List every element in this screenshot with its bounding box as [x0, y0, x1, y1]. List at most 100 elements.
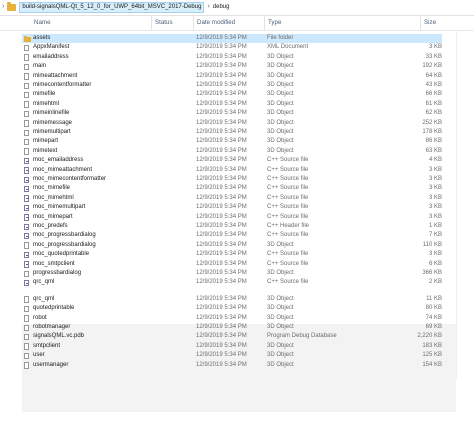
file-row[interactable]: moc_emailaddress 12/9/2019 5:34 PM C++ Sou…	[22, 156, 442, 165]
file-row[interactable]: moc_progressbardialog 12/9/2019 5:34 PM 3D…	[22, 241, 442, 250]
file-type: 3D Object	[267, 295, 294, 302]
file-row[interactable]: moc_mimehtml 12/9/2019 5:34 PM C++ Source …	[22, 194, 442, 203]
file-row[interactable]: mimemultipart 12/9/2019 5:34 PM 3D Object 1…	[22, 128, 442, 137]
file-size: 11 KB	[426, 295, 442, 302]
file-date: 12/9/2019 5:34 PM	[196, 305, 247, 312]
file-size: 3 KB	[428, 194, 442, 201]
file-row[interactable]: qrc_qml 12/9/2019 5:34 PM 3D Object 11 KB	[22, 295, 442, 304]
file-name: AppxManifest	[33, 44, 70, 51]
chevron-right-icon[interactable]: ›	[207, 2, 209, 12]
file-date: 12/9/2019 5:34 PM	[196, 295, 247, 302]
file-date: 12/9/2019 5:34 PM	[196, 251, 247, 258]
file-row[interactable]: AppxManifest 12/9/2019 5:34 PM XML Documen…	[22, 43, 442, 52]
folder-icon	[24, 35, 31, 42]
file-row[interactable]: signalsQML.vc.pdb 12/9/2019 5:34 PM Progra…	[22, 332, 442, 341]
file-date: 12/9/2019 5:34 PM	[196, 314, 247, 321]
file-row[interactable]: mimeinlinefile 12/9/2019 5:34 PM 3D Object…	[22, 109, 442, 118]
file-row[interactable]: mimepart 12/9/2019 5:34 PM 3D Object 86 KB	[22, 137, 442, 146]
file-date: 12/9/2019 5:34 PM	[196, 204, 247, 211]
file-size: 2 KB	[428, 279, 442, 286]
file-type: XML Document	[267, 44, 309, 51]
file-name: qrc_qml	[33, 295, 55, 302]
file-row[interactable]: mimehtml 12/9/2019 5:34 PM 3D Object 61 KB	[22, 100, 442, 109]
column-header-status[interactable]: Status	[151, 16, 173, 30]
file-name: usermanager	[33, 361, 69, 368]
file-row[interactable]: assets 12/9/2019 5:34 PM File folder	[22, 34, 442, 44]
file-type: 3D Object	[267, 100, 294, 107]
file-size: 2,220 KB	[417, 333, 442, 340]
file-row[interactable]: moc_quotedprintable 12/9/2019 5:34 PM C++ …	[22, 250, 442, 259]
file-type: 3D Object	[267, 361, 294, 368]
file-row[interactable]: mimemessage 12/9/2019 5:34 PM 3D Object 252…	[22, 119, 442, 128]
breadcrumb-current[interactable]: debug	[213, 3, 230, 12]
file-size: 3 KB	[428, 185, 442, 192]
file-row[interactable]: qrc_qml 12/9/2019 5:34 PM C++ Source file 2…	[22, 278, 442, 287]
file-row[interactable]: quotedprintable 12/9/2019 5:34 PM 3D Objec…	[22, 304, 442, 313]
file-row[interactable]: mimeattachment 12/9/2019 5:34 PM 3D Object…	[22, 72, 442, 81]
file-size: 66 KB	[425, 91, 442, 98]
file-size: 3 KB	[428, 176, 442, 182]
file-row[interactable]: robot 12/9/2019 5:34 PM 3D Object 74 KB	[22, 314, 442, 323]
file-type: 3D Object	[267, 72, 294, 79]
column-header-name[interactable]: Name	[34, 16, 51, 30]
address-bar[interactable]: › build-signalsQML-Qt_5_12_0_for_UWP_64b…	[0, 0, 474, 16]
column-header-type[interactable]: Type	[264, 16, 281, 30]
file-size: 33 KB	[425, 53, 442, 60]
file-name: moc_mimefile	[33, 185, 71, 192]
file-name: robotmanager	[33, 324, 71, 330]
file-row[interactable]: moc_mimefile 12/9/2019 5:34 PM C++ Source …	[22, 184, 442, 193]
file-date: 12/9/2019 5:34 PM	[196, 342, 247, 349]
file-row[interactable]: moc_mimeattachment 12/9/2019 5:34 PM C++ S…	[22, 166, 442, 175]
file-name: smtpclient	[33, 342, 61, 349]
file-type: 3D Object	[267, 342, 294, 349]
file-name: mimecontentformatter	[33, 82, 92, 88]
file-type: 3D Object	[267, 53, 294, 60]
file-name: progressbardialog	[33, 270, 82, 276]
file-date: 12/9/2019 5:34 PM	[196, 110, 247, 117]
file-name: moc_predefs	[33, 223, 68, 229]
cpp-icon	[24, 279, 29, 287]
file-row[interactable]: moc_mimecontentformatter 12/9/2019 5:34 P…	[22, 175, 442, 184]
file-size: 43 KB	[425, 82, 442, 88]
file-row[interactable]: smtpclient 12/9/2019 5:34 PM 3D Object 183 …	[22, 342, 442, 351]
file-row[interactable]: main 12/9/2019 5:34 PM 3D Object 192 KB	[22, 62, 442, 71]
file-name: assets	[33, 35, 51, 41]
file-row[interactable]: usermanager 12/9/2019 5:34 PM 3D Object 154…	[22, 361, 442, 370]
file-row[interactable]: moc_progressbardialog 12/9/2019 5:34 PM C+…	[22, 231, 442, 240]
file-size: 154 KB	[422, 361, 442, 368]
file-name: mimetext	[33, 147, 58, 154]
file-row[interactable]: user 12/9/2019 5:34 PM 3D Object 125 KB	[22, 351, 442, 360]
file-icon	[24, 305, 29, 313]
column-header-date[interactable]: Date modified	[193, 16, 235, 30]
cpp-icon	[24, 232, 29, 240]
cpp-icon	[24, 185, 29, 193]
file-name: mimepart	[33, 138, 59, 145]
file-size: 3 KB	[428, 204, 442, 211]
file-date: 12/9/2019 5:34 PM	[196, 119, 247, 126]
file-type: 3D Object	[267, 147, 294, 154]
file-row[interactable]: moc_mimepart 12/9/2019 5:34 PM C++ Source …	[22, 213, 442, 222]
file-row[interactable]: emailaddress 12/9/2019 5:34 PM 3D Object 33…	[22, 53, 442, 62]
file-row[interactable]: mimecontentformatter 12/9/2019 5:34 PM 3D …	[22, 81, 442, 90]
file-size: 110 KB	[422, 241, 442, 248]
chevron-right-icon[interactable]: ›	[2, 2, 4, 12]
cpp-icon	[24, 251, 29, 259]
file-name: mimemultipart	[33, 129, 71, 135]
file-row[interactable]: mimefile 12/9/2019 5:34 PM 3D Object 66 KB	[22, 90, 442, 99]
file-row[interactable]: mimetext 12/9/2019 5:34 PM 3D Object 63 KB	[22, 147, 442, 156]
file-row[interactable]: progressbardialog 12/9/2019 5:34 PM 3D Obj…	[22, 269, 442, 278]
file-name: user	[33, 352, 45, 359]
file-row[interactable]: moc_smtpclient 12/9/2019 5:34 PM C++ Sourc…	[22, 260, 442, 269]
file-type: 3D Object	[267, 63, 294, 70]
file-size: 80 KB	[425, 305, 442, 312]
column-header-size[interactable]: Size	[420, 16, 436, 30]
file-type: 3D Object	[267, 352, 294, 359]
file-row[interactable]: moc_mimemultipart 12/9/2019 5:34 PM C++ So…	[22, 203, 442, 212]
breadcrumb-parent[interactable]: build-signalsQML-Qt_5_12_0_for_UWP_64bit…	[19, 1, 205, 13]
file-row[interactable]: moc_predefs 12/9/2019 5:34 PM C++ Header f…	[22, 222, 442, 231]
file-date: 12/9/2019 5:34 PM	[196, 232, 247, 239]
file-row[interactable]: robotmanager 12/9/2019 5:34 PM 3D Object 69…	[22, 323, 442, 332]
file-type: 3D Object	[267, 270, 294, 276]
file-name: moc_quotedprintable	[33, 251, 90, 258]
file-size: 3 KB	[428, 166, 442, 173]
